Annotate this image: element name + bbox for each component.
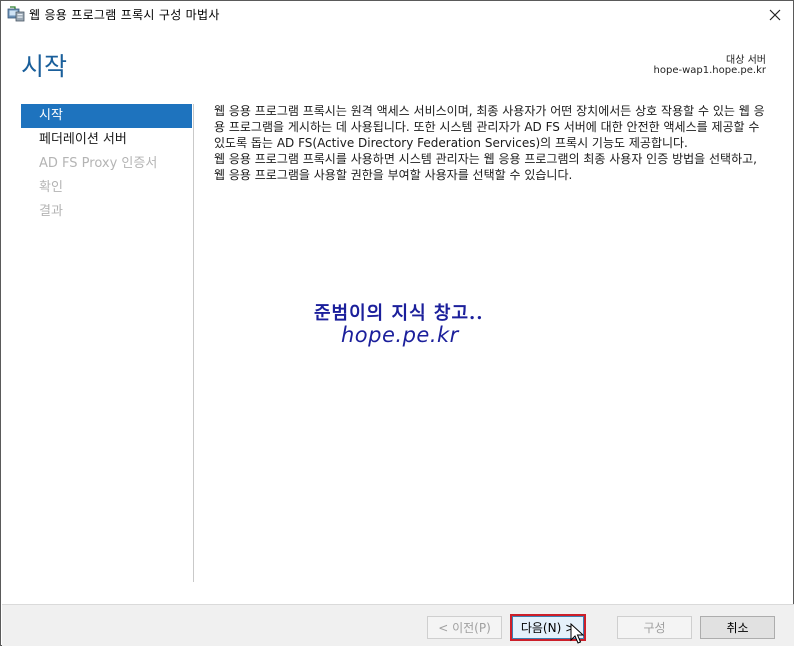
target-server-label: 대상 서버	[726, 55, 766, 66]
cancel-button[interactable]: 취소	[700, 616, 775, 639]
server-app-icon	[7, 6, 25, 22]
sidebar-item-confirmation: 확인	[39, 180, 63, 195]
watermark-url: hope.pe.kr	[341, 323, 459, 347]
sidebar-item-federation-server[interactable]: 페더레이션 서버	[21, 128, 192, 152]
wizard-window: 웹 응용 프로그램 프록시 구성 마법사 시작 대상 서버 hope-wap1.…	[0, 0, 794, 646]
close-icon	[769, 9, 781, 21]
watermark-title: 준범이의 지식 창고..	[314, 303, 484, 324]
sidebar-item-adfs-proxy-certificate: AD FS Proxy 인증서	[39, 156, 158, 171]
title-bar[interactable]: 웹 응용 프로그램 프록시 구성 마법사	[1, 1, 793, 29]
sidebar-divider	[193, 104, 194, 582]
close-button[interactable]	[761, 3, 789, 27]
window-title: 웹 응용 프로그램 프록시 구성 마법사	[29, 8, 220, 22]
sidebar-item-results: 결과	[39, 204, 63, 219]
sidebar-item-start[interactable]: 시작	[21, 104, 192, 128]
mouse-pointer-icon	[570, 623, 584, 644]
previous-button[interactable]: < 이전(P)	[427, 616, 502, 639]
description-paragraph-1: 웹 응용 프로그램 프록시는 원격 액세스 서비스이며, 최종 사용자가 어떤 …	[214, 104, 765, 150]
wizard-steps-sidebar: 시작 페더레이션 서버 AD FS Proxy 인증서 확인 결과	[21, 104, 192, 224]
description-text: 웹 응용 프로그램 프록시는 원격 액세스 서비스이며, 최종 사용자가 어떤 …	[214, 103, 771, 183]
wizard-footer: < 이전(P) 다음(N) > 구성 취소	[2, 604, 794, 646]
configure-button[interactable]: 구성	[617, 616, 692, 639]
description-paragraph-2: 웹 응용 프로그램 프록시를 사용하면 시스템 관리자는 웹 응용 프로그램의 …	[214, 152, 757, 182]
page-title: 시작	[21, 52, 68, 81]
target-server-name: hope-wap1.hope.pe.kr	[653, 65, 766, 76]
